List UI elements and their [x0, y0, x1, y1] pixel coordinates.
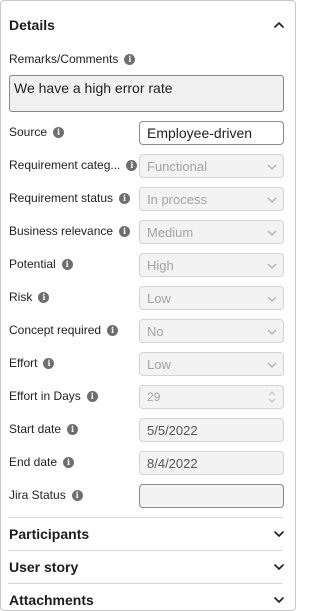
effort-in-days-label: Effort in Days i: [9, 388, 98, 404]
requirement-category-label-text: Requirement categ...: [9, 158, 121, 172]
remarks-textarea[interactable]: We have a high error rate: [9, 75, 284, 112]
start-date-value: 5/5/2022: [147, 422, 198, 438]
business-relevance-value: Medium: [147, 224, 194, 240]
effort-in-days-label-text: Effort in Days: [9, 389, 81, 403]
section-divider: [8, 550, 282, 551]
attachments-section-title: Attachments: [9, 592, 94, 608]
jira-status-input[interactable]: [139, 484, 284, 508]
effort-value: Low: [147, 356, 171, 372]
concept-required-select[interactable]: No: [139, 319, 284, 343]
end-date-value: 8/4/2022: [147, 455, 198, 471]
chevron-down-icon[interactable]: [272, 527, 286, 541]
concept-required-label: Concept required i: [9, 322, 119, 338]
details-section-header[interactable]: Details: [8, 11, 288, 39]
end-date-label-text: End date: [9, 455, 58, 469]
potential-label: Potential i: [9, 256, 73, 272]
info-icon[interactable]: i: [61, 258, 73, 270]
risk-label-text: Risk: [9, 290, 33, 304]
effort-in-days-value: 29: [147, 390, 161, 404]
potential-label-text: Potential: [9, 257, 56, 271]
chevron-down-icon: [267, 230, 277, 237]
requirement-category-select[interactable]: Functional: [139, 154, 284, 178]
effort-label-text: Effort: [9, 356, 38, 370]
effort-select[interactable]: Low: [139, 352, 284, 376]
end-date-label: End date i: [9, 454, 75, 470]
requirement-status-value: In process: [147, 191, 207, 207]
section-divider: [8, 517, 282, 518]
info-icon[interactable]: i: [107, 324, 119, 336]
remarks-label: Remarks/Comments i: [9, 51, 136, 67]
start-date-label: Start date i: [9, 421, 79, 437]
info-icon[interactable]: i: [38, 291, 50, 303]
info-icon[interactable]: i: [43, 357, 55, 369]
spinner-arrows-icon[interactable]: [267, 389, 277, 405]
info-icon[interactable]: i: [71, 489, 83, 501]
participants-section-header[interactable]: Participants: [8, 520, 288, 548]
source-input[interactable]: Employee-driven: [139, 121, 284, 145]
info-icon[interactable]: i: [63, 456, 75, 468]
potential-select[interactable]: High: [139, 253, 284, 277]
concept-required-value: No: [147, 323, 164, 339]
source-label: Source i: [9, 124, 65, 140]
concept-required-label-text: Concept required: [9, 323, 102, 337]
chevron-down-icon: [267, 329, 277, 336]
details-panel: Details Remarks/Comments i We have a hig…: [0, 0, 296, 611]
start-date-input[interactable]: 5/5/2022: [139, 418, 284, 442]
chevron-down-icon: [267, 362, 277, 369]
info-icon[interactable]: i: [53, 126, 65, 138]
risk-value: Low: [147, 290, 171, 306]
participants-section-title: Participants: [9, 526, 90, 542]
chevron-up-icon[interactable]: [272, 18, 286, 32]
chevron-down-icon[interactable]: [272, 560, 286, 574]
risk-label: Risk i: [9, 289, 50, 305]
info-icon[interactable]: i: [67, 423, 79, 435]
source-value: Employee-driven: [147, 125, 253, 141]
info-icon[interactable]: i: [86, 390, 98, 402]
chevron-down-icon: [267, 263, 277, 270]
source-label-text: Source: [9, 125, 48, 139]
user-story-section-title: User story: [9, 559, 79, 575]
end-date-input[interactable]: 8/4/2022: [139, 451, 284, 475]
requirement-status-label-text: Requirement status: [9, 191, 114, 205]
info-icon[interactable]: i: [126, 159, 138, 171]
attachments-section-header[interactable]: Attachments: [8, 586, 288, 610]
chevron-down-icon: [267, 164, 277, 171]
requirement-status-label: Requirement status i: [9, 190, 131, 206]
requirement-category-value: Functional: [147, 158, 207, 174]
chevron-down-icon: [267, 296, 277, 303]
remarks-label-text: Remarks/Comments: [9, 52, 119, 66]
business-relevance-select[interactable]: Medium: [139, 220, 284, 244]
info-icon[interactable]: i: [119, 225, 131, 237]
business-relevance-label: Business relevance i: [9, 223, 131, 239]
potential-value: High: [147, 257, 174, 273]
business-relevance-label-text: Business relevance: [9, 224, 114, 238]
risk-select[interactable]: Low: [139, 286, 284, 310]
jira-status-label: Jira Status i: [9, 487, 83, 503]
user-story-section-header[interactable]: User story: [8, 553, 288, 581]
details-section-title: Details: [9, 17, 55, 33]
requirement-status-select[interactable]: In process: [139, 187, 284, 211]
requirement-category-label: Requirement categ... i: [9, 157, 138, 173]
info-icon[interactable]: i: [119, 192, 131, 204]
jira-status-label-text: Jira Status: [9, 488, 66, 502]
info-icon[interactable]: i: [124, 53, 136, 65]
start-date-label-text: Start date: [9, 422, 62, 436]
effort-label: Effort i: [9, 355, 55, 371]
section-divider: [8, 583, 282, 584]
chevron-down-icon[interactable]: [272, 593, 286, 607]
chevron-down-icon: [267, 197, 277, 204]
effort-in-days-input[interactable]: 29: [139, 385, 284, 409]
